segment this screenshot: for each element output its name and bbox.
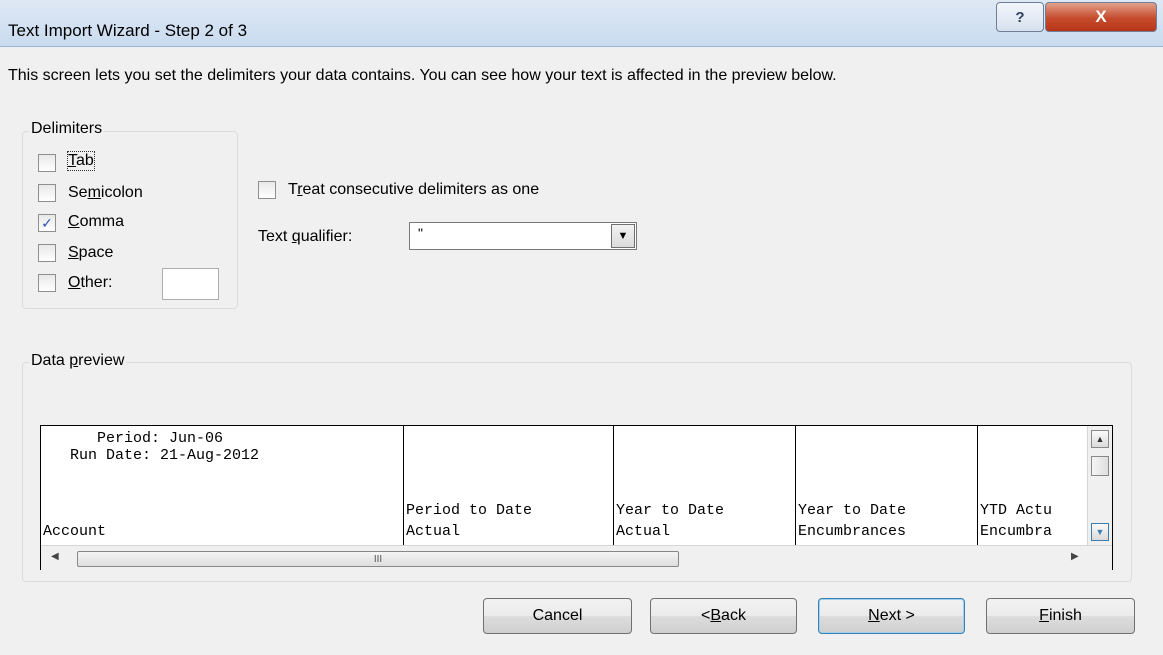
preview-cell: Period: Jun-06 [43, 430, 224, 447]
preview-cell: Encumbrances [798, 523, 907, 540]
other-delimiter-input[interactable] [162, 268, 219, 300]
scroll-right-icon[interactable]: ▶ [1071, 551, 1079, 562]
preview-cell: Run Date: 21-Aug-2012 [43, 447, 260, 464]
vertical-scrollbar[interactable]: ▲ ▼ [1087, 426, 1112, 545]
other-checkbox[interactable] [38, 274, 56, 292]
scroll-up-icon[interactable]: ▲ [1091, 430, 1109, 448]
preview-cell: Actual [616, 523, 671, 540]
preview-cell: Account [43, 523, 107, 540]
preview-column-4: Year to Date Encumbrances [796, 426, 978, 545]
scroll-down-icon[interactable]: ▼ [1091, 523, 1109, 541]
consecutive-delimiters-checkbox[interactable] [258, 181, 276, 199]
finish-button[interactable]: Finish [986, 598, 1135, 634]
preview-column-3: Year to Date Actual [614, 426, 796, 545]
preview-cell: Year to Date [798, 502, 907, 519]
checkmark-icon: ✓ [41, 215, 53, 231]
preview-cell: Encumbra [980, 523, 1053, 540]
data-preview-group-label: Data preview [29, 352, 127, 370]
text-qualifier-label: Text qualifier: [258, 228, 353, 245]
space-checkbox-label[interactable]: Space [68, 244, 113, 262]
preview-cell: Actual [406, 523, 461, 540]
window-title: Text Import Wizard - Step 2 of 3 [8, 21, 248, 40]
preview-cell: Year to Date [616, 502, 725, 519]
comma-checkbox-label[interactable]: Comma [68, 213, 124, 231]
cancel-button[interactable]: Cancel [483, 598, 632, 634]
semicolon-checkbox[interactable] [38, 184, 56, 202]
back-button[interactable]: < Back [650, 598, 797, 634]
tab-mnemonic: T [68, 152, 76, 169]
help-icon: ? [1015, 8, 1025, 26]
preview-cell: Period to Date [406, 502, 533, 519]
space-checkbox[interactable] [38, 244, 56, 262]
title-bar: Text Import Wizard - Step 2 of 3 ? X [0, 0, 1163, 47]
preview-column-1: Period: Jun-06 Run Date: 21-Aug-2012 Acc… [41, 426, 404, 545]
text-import-wizard-dialog: Text Import Wizard - Step 2 of 3 ? X Thi… [0, 0, 1163, 655]
scroll-left-icon[interactable]: ◀ [51, 551, 59, 562]
other-checkbox-label[interactable]: Other: [68, 274, 112, 292]
tab-checkbox-label[interactable]: Tab [67, 151, 95, 171]
help-button[interactable]: ? [996, 2, 1044, 32]
horizontal-scroll-thumb[interactable]: III [77, 551, 679, 567]
instructions-text: This screen lets you set the delimiters … [8, 67, 837, 84]
comma-checkbox[interactable]: ✓ [38, 214, 56, 232]
vertical-scroll-thumb[interactable] [1091, 456, 1109, 476]
tab-checkbox[interactable] [38, 154, 56, 172]
preview-cell: YTD Actu [980, 502, 1053, 519]
consecutive-delimiters-label[interactable]: Treat consecutive delimiters as one [288, 181, 539, 199]
next-button[interactable]: Next > [818, 598, 965, 634]
text-qualifier-select[interactable]: " ▼ [409, 222, 637, 250]
data-preview-grid[interactable]: Period: Jun-06 Run Date: 21-Aug-2012 Acc… [40, 425, 1113, 570]
preview-column-5: YTD Actu Encumbra [978, 426, 1086, 545]
close-icon: X [1095, 7, 1107, 26]
scroll-grip-icon: III [373, 553, 383, 565]
text-qualifier-value: " [418, 225, 423, 241]
horizontal-scrollbar[interactable]: ◀ III ▶ [41, 545, 1112, 570]
close-button[interactable]: X [1045, 2, 1157, 32]
delimiters-group-label: Delimiters [29, 120, 105, 138]
tab-label-rest: ab [76, 152, 94, 169]
preview-column-2: Period to Date Actual [404, 426, 614, 545]
semicolon-checkbox-label[interactable]: Semicolon [68, 184, 143, 202]
chevron-down-icon[interactable]: ▼ [611, 224, 635, 248]
